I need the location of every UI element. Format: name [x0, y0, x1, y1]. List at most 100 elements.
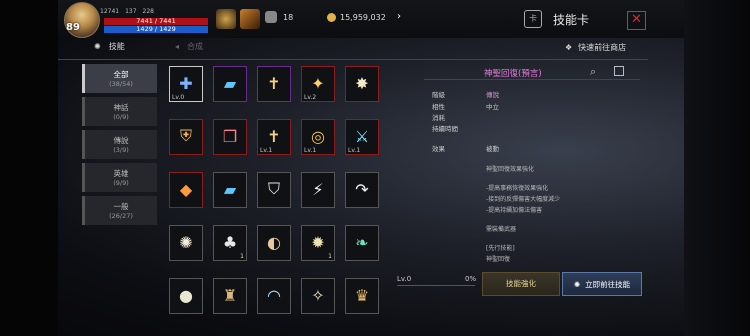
helmet-icon: ♜: [222, 285, 238, 305]
skill-card[interactable]: ▰: [213, 66, 247, 102]
curve-arrow-icon: ↷: [355, 179, 369, 199]
buff-icon[interactable]: [216, 9, 236, 29]
player-level: 89: [66, 22, 80, 33]
grade-label: 階級: [432, 91, 445, 99]
skill-card[interactable]: ✝: [257, 66, 291, 102]
window-title: 技能卡: [553, 13, 590, 27]
tab-synthesis-label: 合成: [187, 42, 204, 51]
goto-skill-label: 立即前往技能: [585, 279, 631, 289]
attr-value: 中立: [486, 103, 499, 111]
holy-book-icon: ✝: [267, 126, 281, 146]
lock-icon[interactable]: [614, 66, 624, 76]
hp-text: 7441 / 7441: [136, 17, 176, 25]
shield-icon: ⛉: [267, 179, 280, 198]
holy-book-icon: ✝: [267, 73, 281, 93]
skill-card[interactable]: ✚ Lv.0: [169, 66, 203, 102]
duration-label: 持續時間: [432, 125, 458, 133]
skill-card[interactable]: ▰: [213, 172, 247, 208]
orb-icon: ●: [179, 285, 193, 305]
skill-card[interactable]: ⚔ Lv.1: [345, 119, 379, 155]
starburst-icon: ✺: [179, 232, 193, 252]
filter-hero[interactable]: 英雄 (9/9): [82, 163, 157, 192]
grade-value: 傳說: [486, 91, 499, 99]
left-letterbox: [0, 0, 58, 336]
filter-common-count: (26/27): [109, 212, 133, 220]
skill-card[interactable]: ✝ Lv.1: [257, 119, 291, 155]
progress-bar: [397, 285, 475, 286]
attr-label: 相性: [432, 103, 445, 111]
gold-amount: 15,959,032: [340, 13, 386, 22]
desc-line: 神聖回復效果強化: [486, 166, 535, 173]
filter-common[interactable]: 一般 (26/27): [82, 196, 157, 225]
skill-card[interactable]: ↷: [345, 172, 379, 208]
skill-shortcut-icon[interactable]: [240, 9, 260, 29]
desc-line: -提高事務恢復效果強化: [486, 185, 549, 192]
swirl-icon: ✺: [94, 42, 101, 51]
chevron-right-icon[interactable]: ›: [393, 11, 405, 23]
game-screen: 89 12741 137 228 7441 / 7441 1429 / 1429…: [0, 0, 750, 336]
enhance-button[interactable]: 技能強化: [482, 272, 560, 296]
stat-1: 12741: [100, 8, 120, 15]
skill-card[interactable]: ◎ Lv.1: [301, 119, 335, 155]
stat-3: 228: [142, 8, 154, 15]
close-button[interactable]: ✕: [627, 11, 646, 30]
skill-card[interactable]: ✹ 1: [301, 225, 335, 261]
skill-card[interactable]: ⛨: [169, 119, 203, 155]
tab-skills-label: 技能: [108, 42, 125, 51]
skill-card[interactable]: ✸: [345, 66, 379, 102]
synth-icon: ◂: [175, 42, 180, 51]
desc-line: 需裝備武器: [486, 226, 517, 233]
mp-bar: 1429 / 1429: [104, 25, 208, 33]
desc-line: [先行技能]: [486, 245, 515, 252]
skill-card[interactable]: ❧: [345, 225, 379, 261]
filter-all[interactable]: 全部 (38/54): [82, 64, 157, 93]
skill-card[interactable]: ⚡: [301, 172, 335, 208]
filter-legend[interactable]: 傳說 (3/9): [82, 130, 157, 159]
skill-card-level: Lv.1: [304, 147, 317, 154]
shop-link[interactable]: ❖ 快速前往商店: [565, 42, 626, 53]
player-stats: 12741 137 228: [100, 8, 154, 15]
filter-all-count: (38/54): [109, 80, 133, 88]
skill-card[interactable]: ✦ Lv.2: [301, 66, 335, 102]
skill-card[interactable]: ◆: [169, 172, 203, 208]
sword-icon: ⚔: [354, 126, 370, 146]
skill-card[interactable]: ✧: [301, 278, 335, 314]
skill-card[interactable]: ◐: [257, 225, 291, 261]
filter-myth[interactable]: 神話 (0/9): [82, 97, 157, 126]
tab-row: [58, 38, 648, 60]
skill-card-count: 1: [240, 253, 244, 260]
skill-card[interactable]: ♣ 1: [213, 225, 247, 261]
filter-legend-name: 傳說: [113, 136, 129, 145]
filter-myth-count: (0/9): [113, 113, 129, 121]
shield-cross-icon: ✚: [179, 73, 193, 93]
skill-card-level: Lv.1: [260, 147, 273, 154]
skill-level: Lv.0: [397, 275, 412, 283]
stat-2: 137: [125, 8, 137, 15]
skill-card[interactable]: ●: [169, 278, 203, 314]
skill-title: 神聖回復(預言): [484, 69, 542, 79]
sparkle-icon: ✧: [311, 285, 325, 305]
tab-skills[interactable]: ✺ 技能: [94, 41, 125, 52]
goto-skill-button[interactable]: ✺ 立即前往技能: [562, 272, 642, 296]
skill-card[interactable]: ♜: [213, 278, 247, 314]
skill-card-level: Lv.1: [348, 147, 361, 154]
search-icon[interactable]: ⌕: [590, 65, 596, 79]
skill-card[interactable]: ♛: [345, 278, 379, 314]
shield-fire-icon: ⛨: [179, 126, 192, 145]
skill-card[interactable]: ◠: [257, 278, 291, 314]
red-book-icon: ❒: [222, 126, 238, 146]
shop-icon: ❖: [565, 43, 573, 52]
cost-label: 消耗: [432, 114, 445, 122]
tab-synthesis[interactable]: ◂ 合成: [175, 41, 203, 52]
book-icon: ▰: [223, 179, 237, 199]
holy-orb-icon: ✦: [311, 73, 325, 93]
skill-card[interactable]: ❒: [213, 119, 247, 155]
leaf-icon: ❧: [355, 232, 369, 252]
book-icon: ▰: [223, 73, 237, 93]
skill-card-count: 1: [328, 253, 332, 260]
skill-card[interactable]: ⛉: [257, 172, 291, 208]
skill-card[interactable]: ✺: [169, 225, 203, 261]
effect-label: 效果: [432, 145, 445, 153]
desc-line: -提高持續加傷法傷害: [486, 207, 543, 214]
scroll-icon: [265, 11, 277, 23]
